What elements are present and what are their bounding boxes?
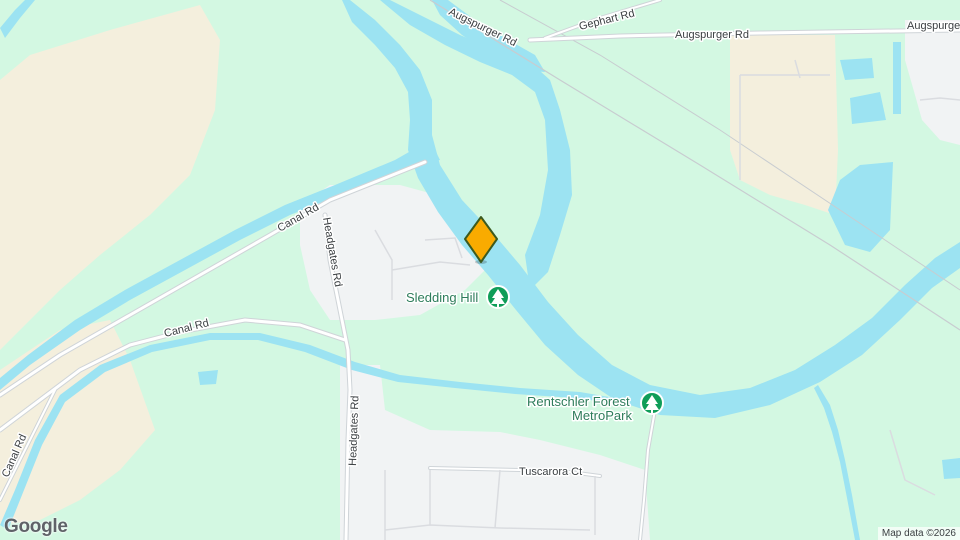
pond [942, 458, 960, 479]
map-attribution[interactable]: Map data ©2026 [877, 527, 960, 540]
pond [840, 58, 874, 80]
road-label-augspurger-far: Augspurger [907, 20, 960, 32]
poi-label-sledding-hill: Sledding Hill [406, 290, 478, 305]
canal-pond [893, 42, 901, 114]
park-tree-icon [640, 391, 664, 415]
road-label-headgates-lower: Headgates Rd [347, 395, 361, 466]
map-canvas[interactable]: Augspurger Rd Augspurger Rd Augspurger G… [0, 0, 960, 540]
road-label-tuscarora: Tuscarora Ct [519, 466, 582, 478]
poi-label-rentschler-line1: Rentschler Forest [527, 394, 630, 409]
poi-sledding-hill[interactable]: Sledding Hill [405, 285, 510, 309]
road-label-augspurger-east: Augspurger Rd [675, 29, 749, 41]
google-logo[interactable]: Google [4, 516, 68, 538]
pond [198, 370, 218, 385]
park-tree-icon [486, 285, 510, 309]
poi-label-rentschler-line2: MetroPark [572, 408, 632, 423]
map-base-layer: Augspurger Rd Augspurger Rd Augspurger G… [0, 0, 960, 540]
